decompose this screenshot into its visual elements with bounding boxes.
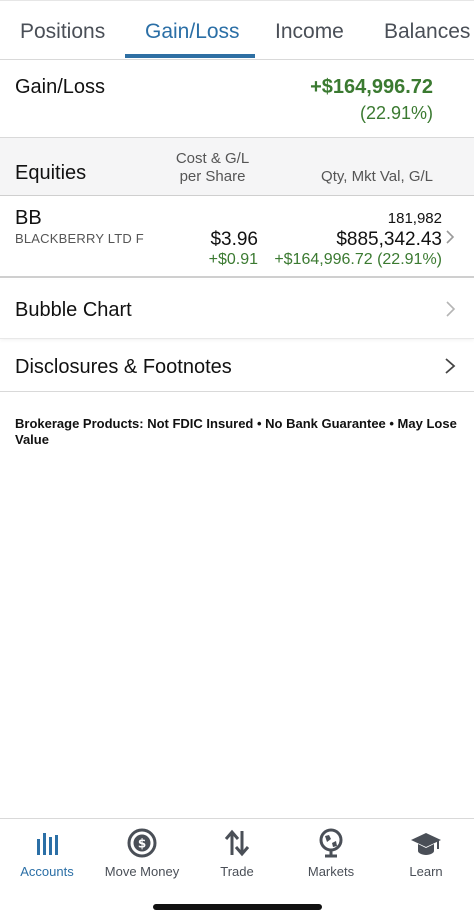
chevron-right-icon	[446, 230, 455, 244]
nav-markets[interactable]: Markets	[284, 819, 378, 889]
holding-symbol: BB	[15, 207, 42, 229]
active-tab-indicator	[125, 54, 255, 58]
nav-markets-label: Markets	[307, 864, 355, 879]
svg-text:$: $	[138, 837, 146, 851]
dollar-circle-icon: $	[127, 828, 157, 858]
cost-column-header: Cost & G/L per Share	[165, 150, 260, 186]
nav-accounts-label: Accounts	[20, 864, 74, 879]
nav-move-money[interactable]: $ Move Money	[95, 819, 189, 889]
home-indicator	[153, 904, 322, 910]
holding-gain-loss: +$164,996.72 (22.91%)	[274, 251, 442, 268]
disclaimer-text: Brokerage Products: Not FDIC Insured • N…	[15, 416, 457, 447]
tab-positions[interactable]: Positions	[20, 20, 105, 44]
cost-column-line1: Cost & G/L	[175, 150, 250, 167]
bubble-chart-label: Bubble Chart	[15, 299, 132, 321]
holding-market-value: $885,342.43	[336, 229, 442, 250]
nav-accounts[interactable]: Accounts	[0, 819, 94, 889]
holding-gl-per-share: +$0.91	[208, 251, 258, 268]
disclosures-label: Disclosures & Footnotes	[15, 356, 232, 378]
summary-percent: (22.91%)	[359, 103, 433, 123]
disclosures-link[interactable]: Disclosures & Footnotes	[0, 338, 474, 392]
bar-chart-icon	[37, 833, 58, 855]
summary-label: Gain/Loss	[15, 76, 106, 98]
nav-move-money-label: Move Money	[104, 864, 180, 879]
gain-loss-summary: Gain/Loss +$164,996.72 (22.91%)	[0, 60, 474, 138]
globe-icon	[319, 828, 343, 858]
graduation-cap-icon	[411, 833, 441, 855]
chevron-right-icon	[445, 358, 456, 374]
tab-income[interactable]: Income	[275, 20, 344, 44]
qty-column-header: Qty, Mkt Val, G/L	[321, 168, 433, 185]
nav-trade[interactable]: Trade	[190, 819, 284, 889]
cost-column-line2: per Share	[179, 168, 246, 185]
equities-title: Equities	[15, 162, 87, 184]
up-down-arrows-icon	[224, 829, 250, 857]
tab-gain-loss[interactable]: Gain/Loss	[145, 20, 240, 44]
holding-row[interactable]: BB BLACKBERRY LTD F $3.96 +$0.91 181,982…	[0, 197, 474, 278]
nav-learn-label: Learn	[409, 864, 443, 879]
top-tab-bar: Positions Gain/Loss Income Balances	[0, 0, 474, 60]
equities-header: Equities Cost & G/L per Share Qty, Mkt V…	[0, 138, 474, 196]
holding-cost-per-share: $3.96	[210, 229, 258, 250]
holding-name: BLACKBERRY LTD F	[15, 231, 144, 246]
summary-value: +$164,996.72	[310, 76, 433, 98]
chevron-right-icon	[446, 301, 456, 317]
bubble-chart-link[interactable]: Bubble Chart	[0, 280, 474, 338]
nav-learn[interactable]: Learn	[379, 819, 473, 889]
nav-trade-label: Trade	[220, 864, 254, 879]
holding-quantity: 181,982	[387, 210, 442, 227]
tab-balances[interactable]: Balances	[384, 20, 470, 44]
